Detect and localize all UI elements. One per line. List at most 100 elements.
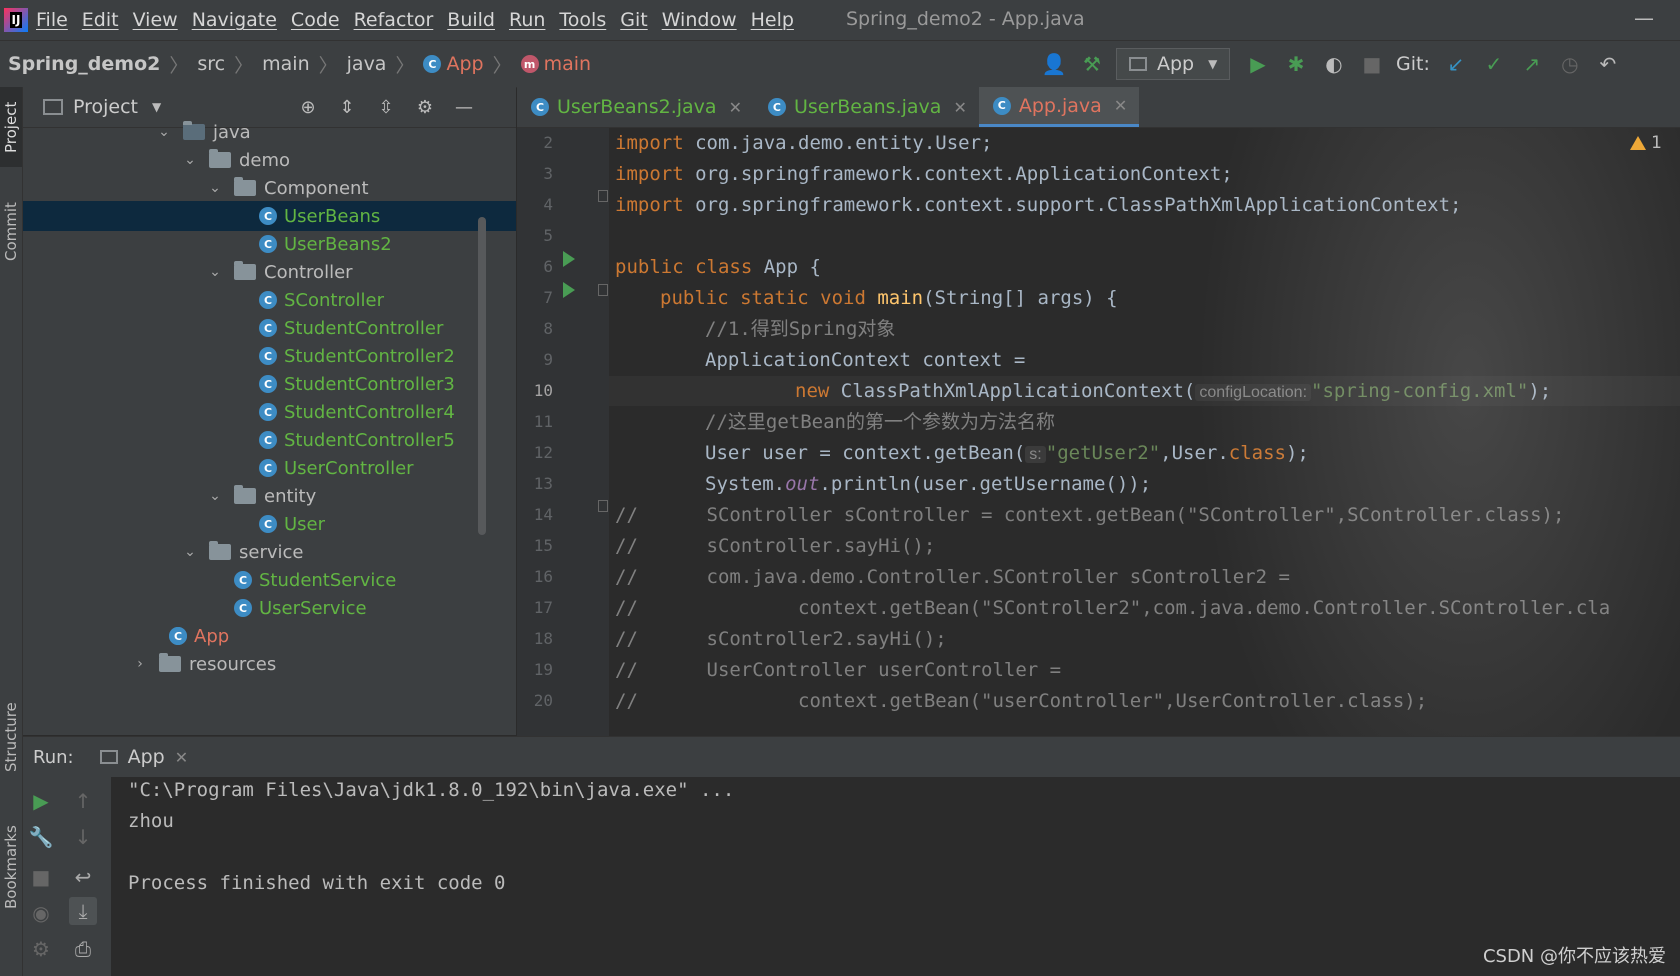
fold-icon[interactable] (598, 500, 608, 512)
stop-icon[interactable]: ■ (1358, 50, 1386, 78)
menu-refactor[interactable]: Refactor (354, 9, 434, 31)
close-icon[interactable]: ✕ (175, 748, 188, 767)
git-update-icon[interactable]: ↙ (1442, 50, 1470, 78)
minimize-button[interactable]: — (1634, 6, 1654, 30)
soft-wrap-icon[interactable]: ↩ (69, 863, 97, 891)
menu-edit[interactable]: Edit (82, 9, 119, 31)
warning-icon (1630, 136, 1647, 150)
menu-code[interactable]: Code (291, 9, 340, 31)
menu-build[interactable]: Build (447, 9, 495, 31)
run-class-gutter-icon[interactable] (563, 251, 575, 267)
run-configuration-select[interactable]: App ▼ (1116, 48, 1230, 80)
class-icon: C (767, 98, 786, 116)
history-icon[interactable]: ◷ (1556, 50, 1584, 78)
rollback-icon[interactable]: ↶ (1594, 50, 1622, 78)
code-line-18: // sController2.sayHi(); (615, 628, 947, 650)
menu-tools[interactable]: Tools (559, 9, 606, 31)
code-line-14: // SController sController = context.get… (615, 504, 1565, 526)
tree-item-usercontroller[interactable]: C UserController (23, 453, 516, 483)
gear-icon[interactable]: ⚙ (413, 95, 437, 119)
breadcrumb-project[interactable]: Spring_demo2 (8, 53, 160, 75)
close-icon[interactable]: ✕ (729, 98, 742, 117)
line-number: 11 (533, 412, 553, 431)
locate-target-icon[interactable]: ⊕ (296, 95, 320, 119)
menu-navigate[interactable]: Navigate (192, 9, 277, 31)
stop-icon[interactable]: ■ (27, 863, 55, 891)
wrench-icon[interactable]: 🔧 (27, 823, 55, 851)
debug-icon[interactable]: ✱ (1282, 50, 1310, 78)
run-tool-window-header: Run: App ✕ (23, 736, 1680, 777)
stripe-tab-project[interactable]: Project (0, 87, 22, 167)
menu-git[interactable]: Git (620, 9, 647, 31)
tree-item-service[interactable]: ⌄ service (23, 537, 516, 567)
project-view-selector[interactable]: Project ▼ (43, 96, 161, 118)
build-hammer-icon[interactable]: ⚒ (1078, 50, 1106, 78)
close-icon[interactable]: ✕ (1114, 96, 1127, 115)
stripe-tab-bookmarks[interactable]: Bookmarks (0, 817, 22, 917)
stripe-tab-structure[interactable]: Structure (0, 687, 22, 787)
tree-item-studentcontroller4[interactable]: C StudentController4 (23, 397, 516, 427)
tree-item-studentcontroller3[interactable]: C StudentController3 (23, 369, 516, 399)
run-icon[interactable]: ▶ (1244, 50, 1272, 78)
user-icon[interactable]: 👤 (1040, 50, 1068, 78)
breadcrumb-app[interactable]: C App (423, 53, 484, 75)
tree-item-studentservice[interactable]: C StudentService (23, 565, 516, 595)
inspection-widget[interactable]: 1 (1630, 128, 1662, 158)
up-arrow-icon[interactable]: ↑ (69, 787, 97, 815)
tree-item-userbeans2[interactable]: C UserBeans2 (23, 229, 516, 259)
breadcrumb-src[interactable]: src (197, 53, 225, 75)
tree-item-entity[interactable]: ⌄ entity (23, 481, 516, 511)
tree-item-userbeans[interactable]: C UserBeans (23, 201, 516, 231)
settings-icon[interactable]: ⚙ (27, 935, 55, 963)
hide-icon[interactable]: — (452, 95, 476, 119)
code-editor[interactable]: 2 3 4 5 6 7 8 9 10 11 12 13 14 15 16 17 … (517, 128, 1680, 736)
tree-item-studentcontroller2[interactable]: C StudentController2 (23, 341, 516, 371)
collapse-all-icon[interactable]: ⇳ (374, 95, 398, 119)
tree-item-studentcontroller5[interactable]: C StudentController5 (23, 425, 516, 455)
git-commit-icon[interactable]: ✓ (1480, 50, 1508, 78)
menu-help[interactable]: Help (751, 9, 794, 31)
fold-icon[interactable] (598, 190, 608, 202)
rerun-icon[interactable]: ▶ (27, 787, 55, 815)
tree-item-java[interactable]: ⌄ java (23, 117, 516, 147)
scroll-to-end-icon[interactable]: ⤓ (69, 897, 97, 925)
tree-item-label: resources (189, 653, 277, 675)
breadcrumb-method[interactable]: m main (520, 53, 591, 75)
menu-file[interactable]: File (36, 9, 68, 31)
close-icon[interactable]: ✕ (953, 98, 966, 117)
stripe-tab-commit[interactable]: Commit (0, 187, 22, 277)
tab-userbeans2-java[interactable]: C UserBeans2.java ✕ (517, 87, 754, 127)
tree-item-resources[interactable]: › resources (23, 649, 516, 679)
breadcrumb-java[interactable]: java (347, 53, 387, 75)
coverage-icon[interactable]: ◐ (1320, 50, 1348, 78)
project-scrollbar[interactable] (478, 217, 486, 535)
tab-app-java[interactable]: C App.java ✕ (978, 87, 1140, 127)
camera-icon[interactable]: ◉ (27, 899, 55, 927)
window-title: Spring_demo2 - App.java (846, 8, 1085, 30)
run-console[interactable]: "C:\Program Files\Java\jdk1.8.0_192\bin\… (112, 777, 1680, 976)
menu-window[interactable]: Window (662, 9, 737, 31)
chevron-down-icon: ⌄ (209, 180, 221, 196)
tree-item-userservice[interactable]: C UserService (23, 593, 516, 623)
git-push-icon[interactable]: ↗ (1518, 50, 1546, 78)
class-icon: C (531, 98, 549, 116)
down-arrow-icon[interactable]: ↓ (69, 823, 97, 851)
tree-item-demo[interactable]: ⌄ demo (23, 145, 516, 175)
tree-item-studentcontroller[interactable]: C StudentController (23, 313, 516, 343)
print-icon[interactable]: ⎙ (69, 935, 97, 963)
breadcrumb-main[interactable]: main (262, 53, 309, 75)
run-tab-app[interactable]: App ✕ (99, 746, 188, 768)
menu-run[interactable]: Run (509, 9, 545, 31)
tree-item-component[interactable]: ⌄ Component (23, 173, 516, 203)
menu-view[interactable]: View (133, 9, 178, 31)
tree-item-user[interactable]: C User (23, 509, 516, 539)
console-line: Process finished with exit code 0 (128, 872, 506, 894)
fold-icon[interactable] (598, 284, 608, 296)
expand-all-icon[interactable]: ⇕ (335, 95, 359, 119)
code-line-3: import org.springframework.context.Appli… (615, 163, 1233, 185)
tab-userbeans-java[interactable]: C UserBeans.java ✕ (754, 87, 979, 127)
tree-item-scontroller[interactable]: C SController (23, 285, 516, 315)
tree-item-app[interactable]: C App (23, 621, 516, 651)
run-main-gutter-icon[interactable] (563, 282, 575, 298)
tree-item-controller[interactable]: ⌄ Controller (23, 257, 516, 287)
